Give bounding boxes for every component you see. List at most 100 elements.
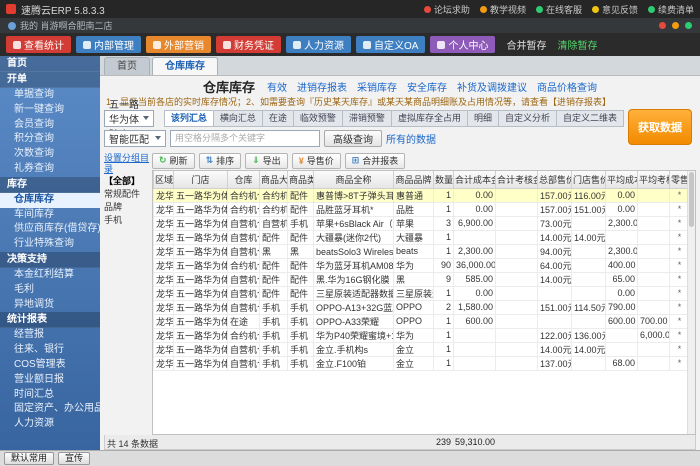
- sidebar-item-workshop-stock[interactable]: 车间库存: [0, 208, 100, 223]
- sidebar-item-capital-settle[interactable]: 本金红利结算: [0, 268, 100, 283]
- sidebar-item-supplier-stock[interactable]: 供应商库存(借贷存): [0, 222, 100, 237]
- vertical-scrollbar[interactable]: [687, 171, 695, 434]
- view-tab[interactable]: 临效预警: [294, 110, 343, 127]
- sidebar-item-warehouse-stock[interactable]: 仓库库存: [0, 193, 100, 208]
- sort-button[interactable]: ⇅排序: [199, 153, 242, 169]
- column-header[interactable]: 商品全称: [314, 171, 394, 188]
- tab-warehouse-stock[interactable]: 仓库库存: [152, 57, 218, 75]
- hr-button[interactable]: 人力资源: [286, 36, 351, 53]
- column-header[interactable]: 门店售价: [572, 171, 606, 188]
- advanced-search-button[interactable]: 高级查询: [324, 130, 382, 147]
- column-header[interactable]: 总部售价: [538, 171, 572, 188]
- group-settings-link[interactable]: 设置分组目录: [104, 153, 152, 175]
- column-header[interactable]: 商品大类: [260, 171, 288, 188]
- column-header[interactable]: 合计考核金额: [496, 171, 538, 188]
- merge-report-button[interactable]: ⊞合并报表: [345, 153, 406, 169]
- refresh-button[interactable]: ↻刷新: [152, 153, 195, 169]
- column-header[interactable]: 商品类别: [288, 171, 314, 188]
- keyword-input[interactable]: [170, 130, 320, 147]
- titlebar-link-tutorial-video[interactable]: 教学视频: [480, 3, 526, 16]
- column-header[interactable]: 数量: [434, 171, 454, 188]
- external-marketing-button[interactable]: 外部营销: [146, 36, 211, 53]
- sidebar-item-points-query[interactable]: 积分查询: [0, 132, 100, 147]
- column-header[interactable]: 商品品牌: [394, 171, 434, 188]
- link-purchase-stock[interactable]: 采销库存: [357, 79, 397, 94]
- table-row[interactable]: 龙华五一路华为体验店自营机仓手机手机金立.手机构s金立114.00元14.00元…: [154, 342, 690, 356]
- titlebar-link-forum-help[interactable]: 论坛求助: [424, 3, 470, 16]
- column-header[interactable]: 区域: [154, 171, 174, 188]
- sidebar-section-billing[interactable]: 开单: [0, 72, 100, 88]
- sidebar-item-operation-report[interactable]: 经营报: [0, 328, 100, 343]
- view-tab[interactable]: 明细: [468, 110, 499, 127]
- column-header[interactable]: 仓库: [228, 171, 260, 188]
- tab-home[interactable]: 首页: [104, 57, 150, 75]
- view-stats-button[interactable]: 查看统计: [6, 36, 71, 53]
- group-item[interactable]: 品牌: [104, 201, 152, 214]
- notification-icon[interactable]: [659, 22, 666, 29]
- sidebar-item-member-query[interactable]: 会员查询: [0, 118, 100, 133]
- finance-voucher-button[interactable]: 财务凭证: [216, 36, 281, 53]
- view-tab[interactable]: 虚拟库存全占用: [392, 110, 468, 127]
- fetch-data-button[interactable]: 获取数据: [628, 109, 692, 145]
- sidebar-item-gross-profit[interactable]: 毛利: [0, 283, 100, 298]
- column-header[interactable]: 门店: [174, 171, 228, 188]
- view-tab[interactable]: 自定义二维表: [557, 110, 624, 127]
- sidebar-item-fixed-assets[interactable]: 固定资产、办公用品: [0, 402, 100, 417]
- default-common-button[interactable]: 默认常用: [4, 452, 54, 465]
- clear-temp-button[interactable]: 清除暂存: [557, 37, 597, 52]
- sidebar-item-cos-report[interactable]: COS管理表: [0, 358, 100, 373]
- sidebar-item-accounts-bank[interactable]: 往来、银行: [0, 343, 100, 358]
- view-tab[interactable]: 横向汇总: [214, 110, 263, 127]
- all-data-link[interactable]: 所有的数据: [386, 131, 436, 146]
- refresh-icon[interactable]: [685, 22, 692, 29]
- sidebar-item-industry-query[interactable]: 行业特殊查询: [0, 237, 100, 252]
- link-inv-report[interactable]: 进销存报表: [297, 79, 347, 94]
- sidebar-item-daily-sales[interactable]: 营业额日报: [0, 373, 100, 388]
- table-row[interactable]: 龙华五一路华为体验店合约机仓手机手机华为P40荣耀蜜境+128G版 玉蓝华为11…: [154, 328, 690, 342]
- table-row[interactable]: 龙华五一路华为体验店合约机仓合约机配件品胜蓝牙耳机*品胜10.00157.00元…: [154, 202, 690, 216]
- custom-oa-button[interactable]: 自定义OA: [356, 36, 425, 53]
- sidebar-item-hr-report[interactable]: 人力资源: [0, 417, 100, 432]
- link-replenish-advice[interactable]: 补货及调拨建议: [457, 79, 527, 94]
- link-valid[interactable]: 有效: [267, 79, 287, 94]
- internal-mgmt-button[interactable]: 内部管理: [76, 36, 141, 53]
- export-button[interactable]: ⇓导出: [245, 153, 288, 169]
- titlebar-link-online-service[interactable]: 在线客服: [536, 3, 582, 16]
- table-row[interactable]: 龙华五一路华为体验店自营机仓手机手机OPPO-A13+32G蓝颜想OPPO21,…: [154, 300, 690, 314]
- personal-center-button[interactable]: 个人中心: [430, 36, 495, 53]
- view-tab[interactable]: 滞销预警: [343, 110, 392, 127]
- view-tab[interactable]: 在途: [263, 110, 294, 127]
- column-header[interactable]: 平均成本价: [606, 171, 638, 188]
- link-safety-stock[interactable]: 安全库存: [407, 79, 447, 94]
- merge-temp-button[interactable]: 合并暂存: [506, 37, 546, 52]
- table-row[interactable]: 龙华五一路华为体验店合约机仓配件配件华为蓝牙耳机AM08华为9036,000.0…: [154, 258, 690, 272]
- export-price-button[interactable]: ¥导售价: [292, 153, 341, 169]
- group-item[interactable]: 常规配件: [104, 188, 152, 201]
- group-item[interactable]: 【全部】: [104, 175, 152, 188]
- store-select[interactable]: 五一路华为体验店: [104, 110, 154, 127]
- sidebar-item-coupon-query[interactable]: 礼券查询: [0, 162, 100, 177]
- message-icon[interactable]: [672, 22, 679, 29]
- column-header[interactable]: 平均考核价: [638, 171, 670, 188]
- sidebar-item-remote-transfer[interactable]: 异地调货: [0, 298, 100, 313]
- scrollbar-thumb[interactable]: [689, 172, 694, 227]
- table-row[interactable]: 龙华五一路华为体验店自营机仓自营机手机苹果+6sBlack Air（D32）12…: [154, 216, 690, 230]
- table-row[interactable]: 龙华五一路华为体验店自营机仓配件配件三星原装适配器数据线三星原装适配线10.00…: [154, 286, 690, 300]
- table-row[interactable]: 龙华五一路华为体验店自营机仓配件配件黑.华为16G钢化膜黑9585.0014.0…: [154, 272, 690, 286]
- titlebar-link-feedback[interactable]: 意见反馈: [592, 3, 638, 16]
- titlebar-link-renewal-list[interactable]: 续费清单: [648, 3, 694, 16]
- sidebar-section-decision[interactable]: 决策支持: [0, 252, 100, 268]
- sidebar-item-time-summary[interactable]: 时间汇总: [0, 388, 100, 403]
- sidebar-section-home[interactable]: 首页: [0, 56, 100, 72]
- view-tab[interactable]: 该列汇总: [164, 110, 214, 127]
- table-row[interactable]: 龙华五一路华为体验店自营机仓黑黑beatsSolo3 Wireless红beat…: [154, 244, 690, 258]
- table-row[interactable]: 龙华五一路华为体验店自营机仓配件配件大疆暴(迷你2代)大疆暴114.00元14.…: [154, 230, 690, 244]
- sidebar-section-reports[interactable]: 统计报表: [0, 312, 100, 328]
- link-price-query[interactable]: 商品价格查询: [537, 79, 597, 94]
- group-item[interactable]: 手机: [104, 214, 152, 227]
- promo-button[interactable]: 宣传: [58, 452, 90, 465]
- table-row[interactable]: 龙华五一路华为体验店自营机仓手机手机金立.F100铂金立1137.00元68.0…: [154, 356, 690, 370]
- view-tab[interactable]: 自定义分析: [499, 110, 557, 127]
- match-mode-select[interactable]: 智能匹配: [104, 130, 166, 147]
- table-row[interactable]: 龙华五一路华为体验店在途手机手机OPPO-A33荣耀OPPO1600.00600…: [154, 314, 690, 328]
